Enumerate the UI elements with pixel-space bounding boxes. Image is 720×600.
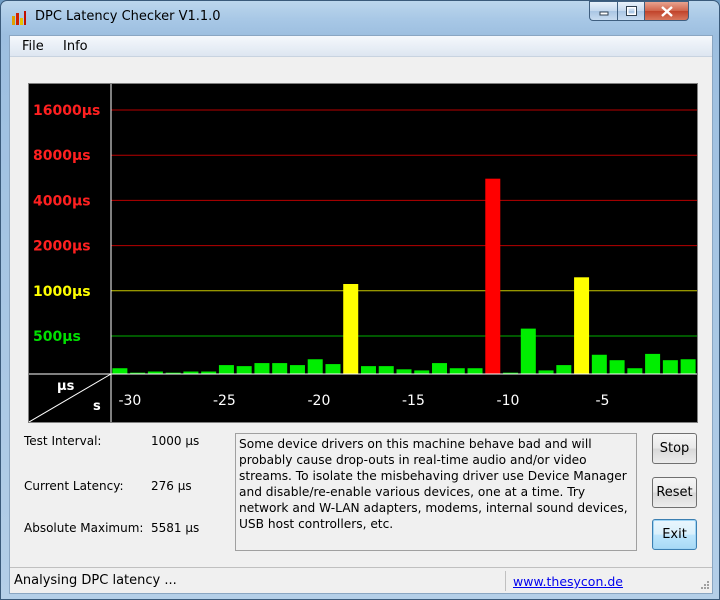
latency-chart: µs s 16000µs 8000µs 4000µs 2000µs 1000µs 500µ…	[28, 83, 698, 423]
latency-bar	[272, 363, 288, 374]
latency-bar	[680, 359, 696, 374]
x-tick-label: -25	[213, 393, 236, 409]
latency-bar	[520, 328, 536, 374]
window-title: DPC Latency Checker V1.1.0	[35, 9, 221, 24]
latency-bar	[432, 363, 448, 374]
y-tick-label: 16000µs	[33, 103, 100, 119]
latency-bar	[449, 368, 465, 374]
latency-bar	[556, 365, 572, 374]
client-area: File Info µs s 16000µs 8000µs 4000µs 2000µs…	[9, 35, 713, 594]
close-icon	[660, 5, 673, 17]
latency-bar	[574, 277, 590, 374]
x-unit-label: s	[93, 399, 101, 414]
maximize-button[interactable]	[617, 1, 644, 21]
latency-bar	[609, 360, 625, 374]
latency-bar	[343, 283, 359, 374]
latency-bar	[591, 354, 607, 374]
x-tick-label: -20	[307, 393, 330, 409]
latency-bar	[538, 370, 554, 374]
latency-bar	[112, 368, 128, 374]
y-unit-label: µs	[57, 379, 75, 394]
absolute-maximum-label: Absolute Maximum:	[24, 521, 144, 535]
y-tick-label: 500µs	[33, 329, 81, 345]
website-link[interactable]: www.thesycon.de	[513, 574, 623, 589]
x-tick-label: -30	[118, 393, 141, 409]
minimize-button[interactable]	[589, 1, 617, 21]
menu-file[interactable]: File	[22, 39, 44, 54]
current-latency-value: 276 µs	[151, 479, 192, 493]
menu-bar: File Info	[10, 36, 712, 57]
test-interval-value: 1000 µs	[151, 434, 200, 448]
app-window: DPC Latency Checker V1.1.0 File Info µs …	[0, 0, 720, 600]
x-tick-label: -15	[402, 393, 425, 409]
latency-bar	[414, 370, 430, 374]
latency-bar	[396, 369, 412, 374]
status-divider	[505, 571, 506, 591]
close-button[interactable]	[644, 1, 689, 21]
latency-bar	[307, 359, 323, 374]
reset-button[interactable]: Reset	[652, 477, 697, 508]
minimize-icon	[599, 11, 608, 16]
current-latency-label: Current Latency:	[24, 479, 124, 493]
menu-info[interactable]: Info	[63, 39, 88, 54]
absolute-maximum-value: 5581 µs	[151, 521, 200, 535]
x-tick-label: -10	[497, 393, 520, 409]
latency-bar	[289, 365, 305, 374]
latency-bar	[485, 178, 501, 374]
latency-bar	[645, 353, 661, 374]
latency-bar	[627, 368, 643, 374]
exit-button[interactable]: Exit	[652, 519, 697, 550]
latency-bar	[378, 366, 394, 374]
maximize-icon	[625, 6, 637, 16]
status-bar: Analysing DPC latency ... www.thesycon.d…	[10, 567, 712, 593]
test-interval-label: Test Interval:	[24, 434, 102, 448]
latency-chart-svg: µs s 16000µs 8000µs 4000µs 2000µs 1000µs 500µ…	[29, 84, 697, 422]
app-bar-chart-icon	[12, 11, 26, 25]
latency-bar	[218, 365, 234, 374]
y-tick-label: 1000µs	[33, 284, 91, 300]
latency-bar	[662, 360, 678, 374]
title-bar[interactable]: DPC Latency Checker V1.1.0	[1, 1, 719, 35]
x-tick-label: -5	[595, 393, 609, 409]
y-tick-label: 2000µs	[33, 239, 91, 255]
resize-grip-icon[interactable]	[696, 578, 710, 592]
latency-bar	[467, 368, 483, 374]
status-text: Analysing DPC latency ...	[14, 573, 177, 588]
latency-bar	[254, 363, 270, 374]
latency-bar	[236, 366, 252, 374]
diagnostic-message: Some device drivers on this machine beha…	[235, 433, 637, 551]
y-tick-label: 4000µs	[33, 193, 91, 209]
y-tick-label: 8000µs	[33, 148, 91, 164]
latency-bar	[325, 364, 341, 374]
stop-button[interactable]: Stop	[652, 433, 697, 464]
latency-bar	[360, 366, 376, 374]
